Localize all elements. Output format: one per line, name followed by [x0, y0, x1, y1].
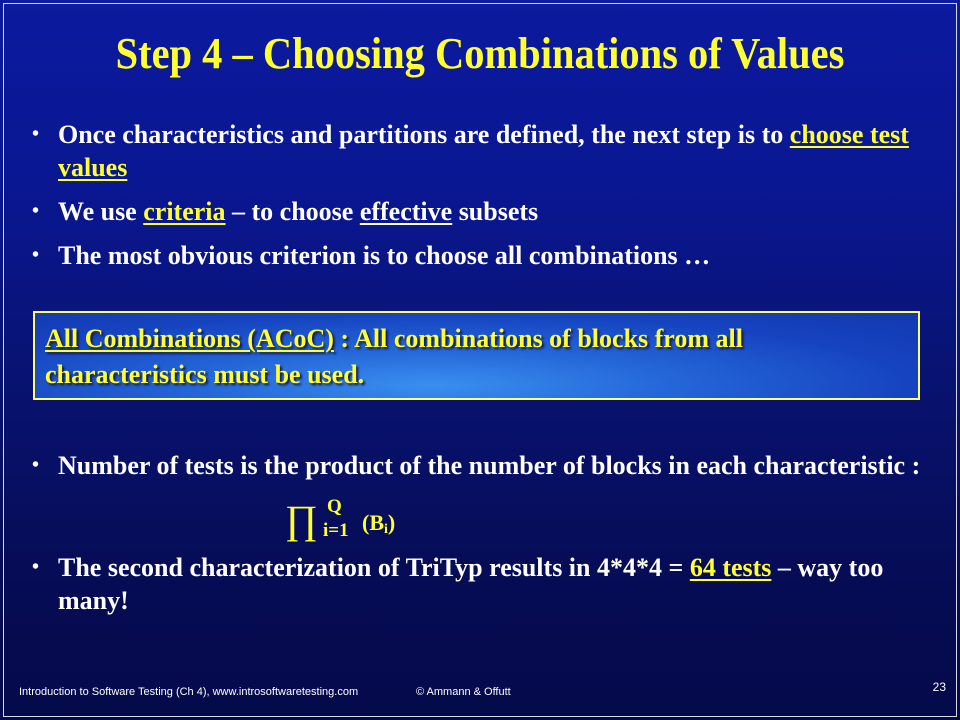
- bullet-text: The second characterization of TriTyp re…: [58, 553, 690, 582]
- footer-course-info: Introduction to Software Testing (Ch 4),…: [19, 686, 359, 698]
- bullet-text: subsets: [452, 197, 539, 226]
- definition-box: All Combinations (ACoC) : All combinatio…: [33, 311, 920, 400]
- slide-title: Step 4 – Choosing Combinations of Values: [115, 29, 845, 78]
- footer-copyright: © Ammann & Offutt: [416, 686, 511, 698]
- slide: Step 4 – Choosing Combinations of Values…: [0, 0, 960, 720]
- bullet-item: • The second characterization of TriTyp …: [30, 551, 940, 617]
- bullet-icon: •: [32, 556, 40, 578]
- bullet-list-upper: • Once characteristics and partitions ar…: [30, 118, 935, 283]
- formula-body-open: (B: [362, 510, 384, 535]
- bullet-list-final: • The second characterization of TriTyp …: [30, 551, 940, 628]
- bullet-list-lower: • Number of tests is the product of the …: [30, 449, 935, 493]
- bullet-item: • Number of tests is the product of the …: [30, 449, 935, 482]
- bullet-text: Once characteristics and partitions are …: [58, 120, 790, 149]
- definition-text: All Combinations (ACoC) : All combinatio…: [45, 321, 908, 393]
- bullet-text: We use: [58, 197, 144, 226]
- page-number: 23: [932, 680, 946, 694]
- bullet-text: – to choose: [225, 197, 360, 226]
- highlight-64-tests: 64 tests: [689, 553, 772, 582]
- formula-upper-limit: Q: [327, 496, 342, 517]
- product-operator: ∏: [285, 497, 318, 542]
- bullet-item: • Once characteristics and partitions ar…: [30, 118, 935, 184]
- bullet-icon: •: [32, 244, 40, 266]
- bullet-text: The most obvious criterion is to choose …: [58, 241, 711, 270]
- bullet-text: Number of tests is the product of the nu…: [58, 451, 921, 480]
- bullet-icon: •: [32, 200, 40, 222]
- product-formula: ∏ Q i=1 (Bi): [285, 496, 425, 548]
- highlight-criteria: criteria: [143, 197, 226, 226]
- bullet-icon: •: [32, 123, 40, 145]
- highlight-effective: effective: [359, 197, 453, 226]
- bullet-item: • The most obvious criterion is to choos…: [30, 239, 935, 272]
- formula-body: (Bi): [362, 510, 395, 538]
- formula-lower-limit: i=1: [323, 520, 349, 541]
- bullet-icon: •: [32, 454, 40, 476]
- bullet-item: • We use criteria – to choose effective …: [30, 195, 935, 228]
- formula-body-close: ): [387, 510, 396, 535]
- definition-term: All Combinations (ACoC): [45, 324, 334, 353]
- definition-separator: :: [333, 324, 355, 353]
